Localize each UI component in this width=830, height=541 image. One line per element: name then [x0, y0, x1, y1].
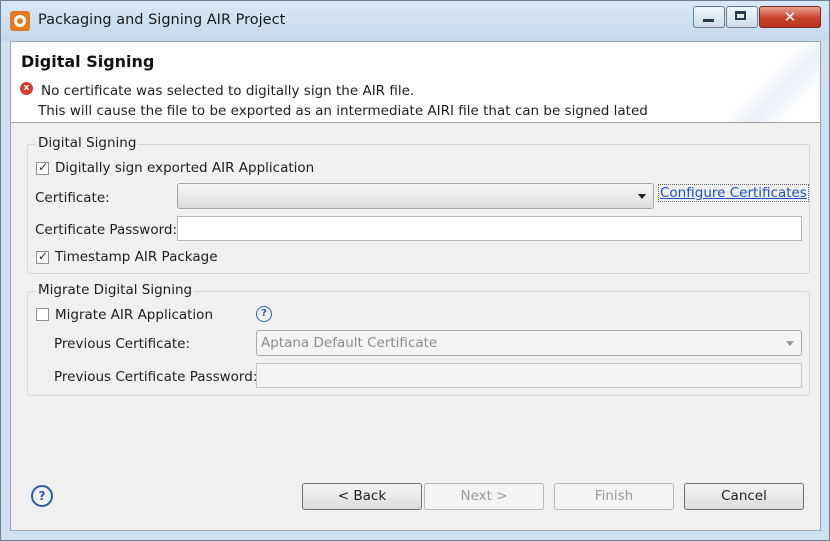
help-icon[interactable]: ?: [31, 485, 53, 507]
configure-certificates-link[interactable]: Configure Certificates: [658, 184, 809, 202]
certificate-password-label: Certificate Password:: [35, 222, 178, 238]
timestamp-label: Timestamp AIR Package: [55, 249, 218, 265]
back-button[interactable]: < Back: [302, 483, 422, 510]
certificate-select[interactable]: [177, 183, 654, 209]
certificate-label: Certificate:: [35, 190, 110, 206]
minimize-icon: [703, 19, 714, 22]
chevron-down-icon: [786, 341, 794, 346]
sign-exported-checkbox[interactable]: [36, 160, 49, 175]
previous-certificate-label: Previous Certificate:: [54, 336, 191, 352]
maximize-button[interactable]: [726, 6, 758, 28]
previous-certificate-value: Aptana Default Certificate: [261, 335, 438, 351]
error-icon: x: [20, 82, 33, 95]
eclipse-app-icon: [10, 11, 30, 31]
certificate-password-field[interactable]: [177, 216, 802, 241]
finish-button[interactable]: Finish: [554, 483, 674, 510]
close-icon: ✕: [783, 8, 797, 26]
timestamp-checkbox[interactable]: [36, 249, 49, 264]
sign-exported-label: Digitally sign exported AIR Application: [55, 160, 315, 176]
migrate-label: Migrate AIR Application: [55, 307, 213, 323]
migrate-signing-group-label: Migrate Digital Signing: [36, 282, 195, 298]
next-button[interactable]: Next >: [424, 483, 544, 510]
maximize-icon: [735, 11, 746, 20]
error-message-line2: This will cause the file to be exported …: [38, 103, 648, 119]
dialog-content: Digital Signing x No certificate was sel…: [10, 41, 821, 531]
error-message-line1: No certificate was selected to digitally…: [41, 83, 415, 99]
help-icon[interactable]: ?: [256, 306, 272, 322]
digital-signing-group-label: Digital Signing: [36, 135, 139, 151]
chevron-down-icon: [638, 194, 646, 199]
page-title: Digital Signing: [21, 52, 155, 71]
previous-certificate-select[interactable]: Aptana Default Certificate: [256, 330, 802, 356]
title-bar[interactable]: Packaging and Signing AIR Project ✕: [1, 1, 829, 41]
header-decoration: [730, 42, 820, 122]
cancel-button[interactable]: Cancel: [684, 483, 804, 510]
dialog-window: Packaging and Signing AIR Project ✕ Digi…: [0, 0, 830, 541]
migrate-checkbox[interactable]: [36, 308, 49, 321]
previous-password-field[interactable]: [256, 363, 802, 388]
window-title: Packaging and Signing AIR Project: [38, 12, 286, 28]
previous-password-label: Previous Certificate Password:: [54, 369, 258, 385]
close-button[interactable]: ✕: [759, 6, 821, 28]
minimize-button[interactable]: [693, 6, 725, 28]
wizard-header: Digital Signing x No certificate was sel…: [11, 42, 820, 123]
